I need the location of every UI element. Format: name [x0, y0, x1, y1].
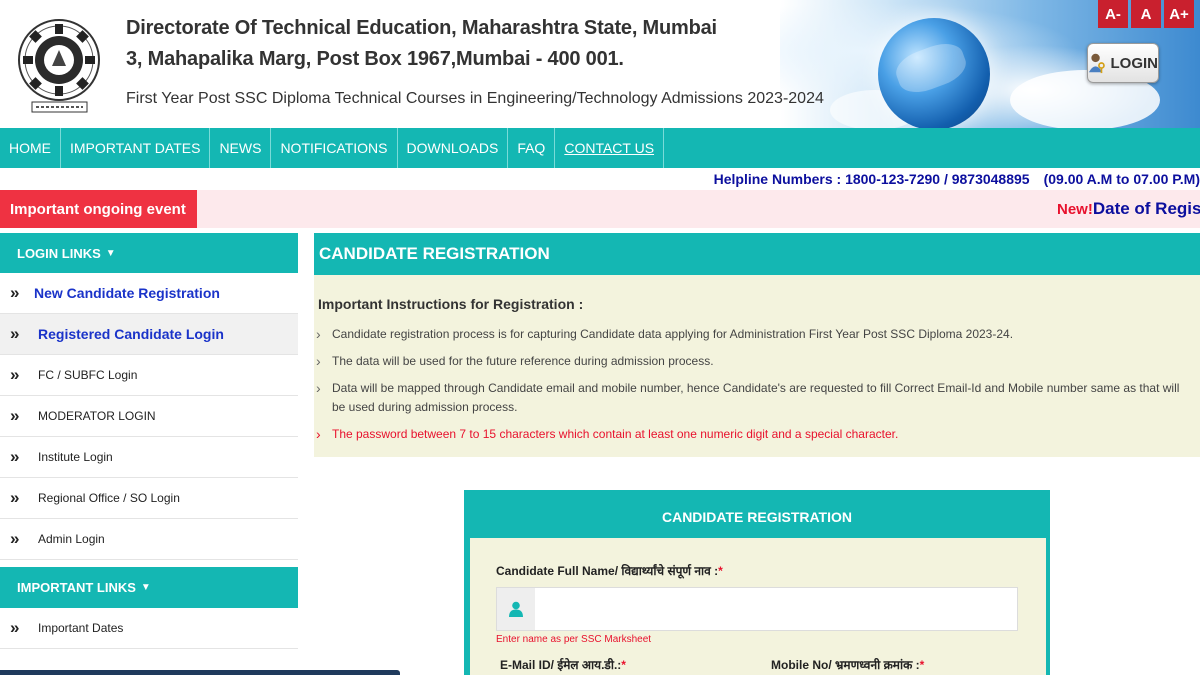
instructions-panel: Important Instructions for Registration …: [314, 275, 1200, 457]
full-name-input[interactable]: [535, 588, 1017, 630]
important-links-heading[interactable]: IMPORTANT LINKS ▼: [0, 567, 298, 608]
double-chevron-icon: »: [10, 618, 20, 637]
helpline-numbers: Helpline Numbers : 1800-123-7290 / 98730…: [713, 171, 1030, 187]
instructions-list: Candidate registration process is for ca…: [316, 325, 1196, 452]
mobile-label: Mobile No/ भ्रमणध्वनी क्रमांक :*: [771, 656, 924, 673]
login-links-heading[interactable]: LOGIN LINKS ▼: [0, 233, 298, 273]
nav-home-label: HOME: [9, 140, 51, 156]
event-ticker[interactable]: New!Date of Regist: [1057, 199, 1200, 219]
sidebar-item-institute-login[interactable]: » Institute Login: [0, 437, 298, 478]
nav-notifications[interactable]: NOTIFICATIONS: [271, 128, 398, 168]
ongoing-event-label: Important ongoing event: [0, 190, 197, 228]
sidebar-item-label: Registered Candidate Login: [38, 326, 224, 342]
full-name-label: Candidate Full Name/ विद्यार्थ्यांचे संप…: [496, 562, 723, 579]
ticker-new-badge: New!: [1057, 201, 1093, 218]
nav-news-label: NEWS: [219, 140, 262, 156]
sidebar-item-admin-login[interactable]: » Admin Login: [0, 519, 298, 560]
nav-faq[interactable]: FAQ: [508, 128, 556, 168]
header-title: Directorate Of Technical Education, Maha…: [126, 17, 717, 39]
page-scroll-indicator: [0, 670, 400, 675]
required-mark: *: [919, 658, 925, 672]
full-name-field: [496, 587, 1018, 631]
instruction-item: Data will be mapped through Candidate em…: [316, 379, 1196, 417]
email-label: E-Mail ID/ ईमेल आय.डी.:*: [500, 656, 626, 673]
sidebar-item-label: FC / SUBFC Login: [38, 368, 138, 382]
font-increase-button[interactable]: A+: [1164, 0, 1194, 28]
caret-down-icon: ▼: [105, 247, 116, 259]
nav-home[interactable]: HOME: [0, 128, 61, 168]
sidebar-item-registered-candidate-login[interactable]: » Registered Candidate Login: [0, 314, 298, 355]
full-name-label-text: Candidate Full Name/ विद्यार्थ्यांचे संप…: [496, 564, 719, 578]
required-mark: *: [718, 564, 723, 578]
font-decrease-button[interactable]: A-: [1098, 0, 1128, 28]
helpline-hours: (09.00 A.M to 07.00 P.M): [1043, 171, 1200, 187]
nav-news[interactable]: NEWS: [210, 128, 272, 168]
nav-downloads-label: DOWNLOADS: [406, 140, 499, 156]
sidebar-item-regional-office-login[interactable]: » Regional Office / SO Login: [0, 478, 298, 519]
instructions-title: Important Instructions for Registration …: [318, 296, 584, 312]
instruction-item-password: The password between 7 to 15 characters …: [316, 425, 1196, 444]
sidebar-item-label: New Candidate Registration: [34, 285, 220, 301]
mobile-label-text: Mobile No/ भ्रमणध्वनी क्रमांक :: [771, 658, 920, 672]
registration-form: Candidate Full Name/ विद्यार्थ्यांचे संप…: [470, 538, 1046, 675]
sidebar: LOGIN LINKS ▼ » New Candidate Registrati…: [0, 233, 298, 649]
font-reset-button[interactable]: A: [1131, 0, 1161, 28]
header-address: 3, Mahapalika Marg, Post Box 1967,Mumbai…: [126, 48, 624, 70]
registration-form-card: CANDIDATE REGISTRATION Candidate Full Na…: [464, 490, 1050, 675]
login-button[interactable]: LOGIN: [1087, 43, 1159, 83]
globe-image: [878, 18, 990, 128]
user-icon: [497, 588, 535, 630]
instruction-item: The data will be used for the future ref…: [316, 352, 1196, 371]
double-chevron-icon: »: [10, 365, 20, 384]
sidebar-item-moderator-login[interactable]: » MODERATOR LOGIN: [0, 396, 298, 437]
page-title: CANDIDATE REGISTRATION: [314, 233, 1200, 275]
important-links-heading-label: IMPORTANT LINKS: [17, 580, 136, 595]
nav-downloads[interactable]: DOWNLOADS: [398, 128, 509, 168]
double-chevron-icon: »: [10, 488, 20, 507]
double-chevron-icon: »: [10, 283, 20, 302]
sidebar-item-label: Institute Login: [38, 450, 113, 464]
sidebar-item-label: Admin Login: [38, 532, 105, 546]
double-chevron-icon: »: [10, 406, 20, 425]
full-name-hint: Enter name as per SSC Marksheet: [496, 634, 652, 645]
instruction-item: Candidate registration process is for ca…: [316, 325, 1196, 344]
double-chevron-icon: »: [10, 529, 20, 548]
sidebar-item-fc-subfc-login[interactable]: » FC / SUBFC Login: [0, 355, 298, 396]
ongoing-event-bar: Important ongoing event New!Date of Regi…: [0, 190, 1200, 228]
helpline-info: Helpline Numbers : 1800-123-7290 / 98730…: [714, 171, 1200, 187]
sidebar-item-new-candidate-registration[interactable]: » New Candidate Registration: [0, 273, 298, 314]
nav-contact-us[interactable]: CONTACT US: [555, 128, 665, 168]
nav-important-dates[interactable]: IMPORTANT DATES: [61, 128, 211, 168]
email-label-text: E-Mail ID/ ईमेल आय.डी.:: [500, 658, 622, 672]
caret-down-icon: ▼: [140, 582, 151, 593]
sidebar-item-important-dates[interactable]: » Important Dates: [0, 608, 298, 649]
main-nav: HOME IMPORTANT DATES NEWS NOTIFICATIONS …: [0, 128, 1200, 168]
nav-important-dates-label: IMPORTANT DATES: [70, 140, 201, 156]
nav-faq-label: FAQ: [517, 140, 546, 156]
double-chevron-icon: »: [10, 447, 20, 466]
login-links-heading-label: LOGIN LINKS: [17, 245, 101, 261]
user-key-icon: [1088, 53, 1105, 74]
form-title: CANDIDATE REGISTRATION: [661, 509, 853, 525]
site-header: Directorate Of Technical Education, Maha…: [0, 0, 1200, 128]
double-chevron-icon: »: [10, 324, 20, 343]
ticker-text: Date of Regist: [1092, 199, 1200, 218]
login-button-label: LOGIN: [1110, 54, 1159, 72]
sidebar-item-label: Regional Office / SO Login: [38, 491, 180, 505]
dte-logo: [12, 10, 107, 118]
nav-contact-us-label: CONTACT US: [564, 140, 655, 156]
sidebar-item-label: MODERATOR LOGIN: [38, 409, 156, 423]
required-mark: *: [621, 658, 626, 672]
sidebar-item-label: Important Dates: [38, 621, 124, 635]
nav-notifications-label: NOTIFICATIONS: [280, 140, 388, 156]
header-subtitle: First Year Post SSC Diploma Technical Co…: [126, 90, 824, 107]
font-size-controls: A- A A+: [1098, 0, 1194, 28]
